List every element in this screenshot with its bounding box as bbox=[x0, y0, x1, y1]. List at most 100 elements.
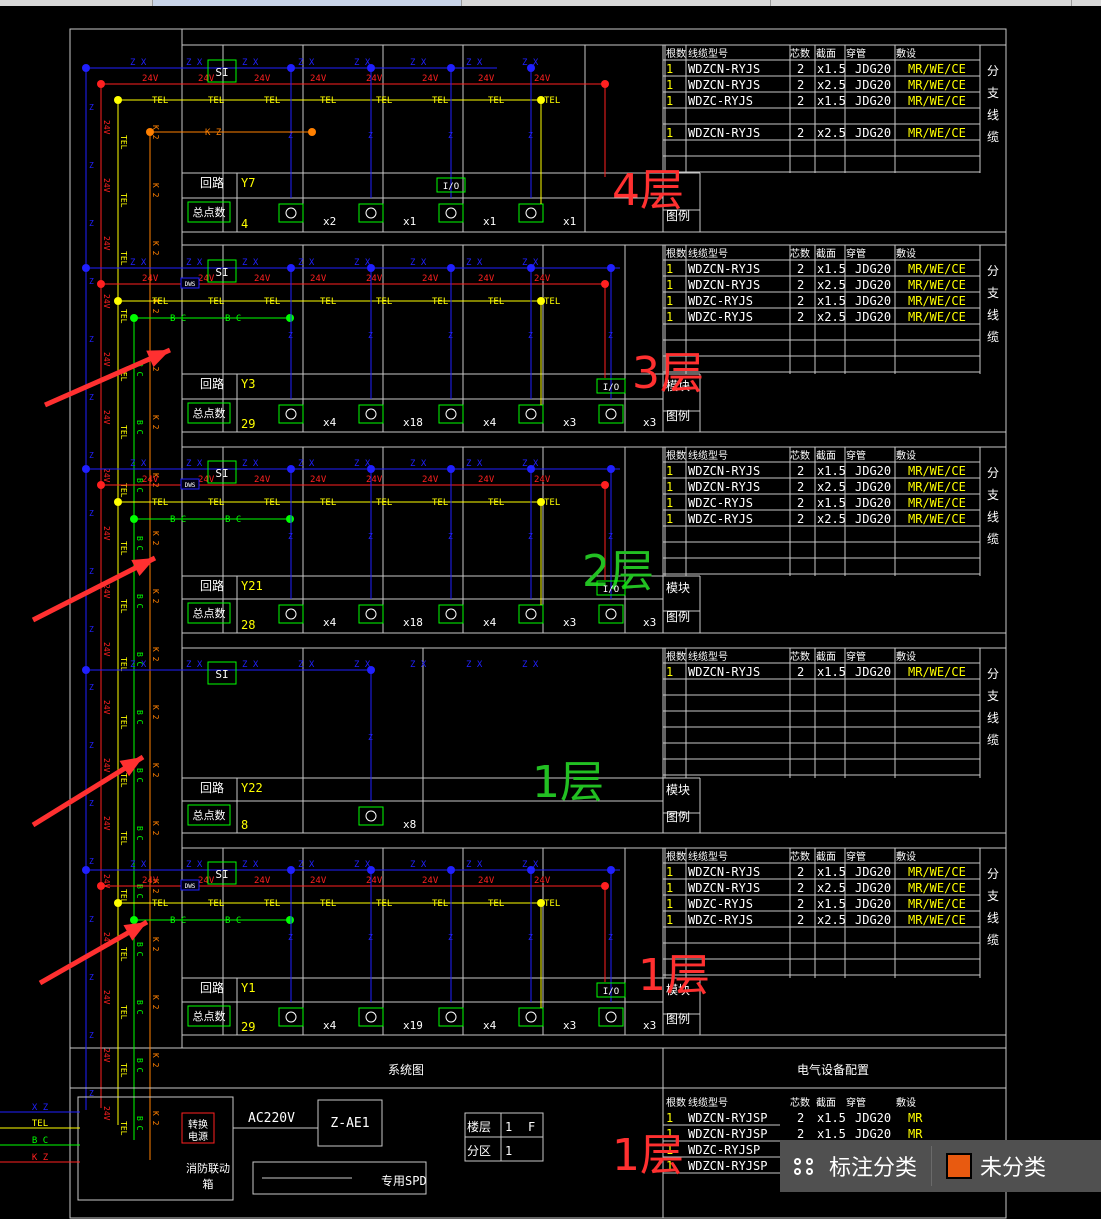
cable-header: 敷设 bbox=[896, 1096, 916, 1109]
bus-label: B C bbox=[170, 314, 186, 324]
system-diagram-canvas[interactable]: Z 24V TEL K 2 Z 24V TEL K 2 Z 24V TEL K 2 Z 24V TEL K 2… bbox=[0, 0, 1101, 1219]
junction-dot bbox=[82, 264, 90, 272]
junction-dot bbox=[527, 264, 535, 272]
bus-label: Z bbox=[368, 131, 373, 140]
hydrant-button-icon bbox=[525, 608, 537, 620]
linkage-label: 箱 bbox=[203, 1177, 214, 1191]
cable-conduit: JDG20 bbox=[855, 480, 891, 494]
cable-laying: MR/WE/CE bbox=[908, 310, 966, 324]
bus-label: Z bbox=[368, 933, 373, 942]
device-box bbox=[358, 1007, 384, 1027]
junction-dot bbox=[82, 666, 90, 674]
cable-header: 芯数 bbox=[790, 449, 810, 462]
side-label: 支 bbox=[987, 86, 999, 100]
classify-button[interactable]: 标注分类 bbox=[780, 1140, 931, 1192]
device-qty: x4 bbox=[483, 416, 497, 429]
floor-annotation: 4层 bbox=[612, 165, 684, 216]
cable-header: 根数 bbox=[666, 850, 686, 863]
bus-label: B C bbox=[170, 515, 186, 525]
bus-label: K 2 bbox=[151, 995, 160, 1010]
junction-dot bbox=[97, 882, 105, 890]
bus-label: Z X bbox=[466, 459, 483, 469]
cable-cores: 2 bbox=[797, 62, 804, 76]
io-label: I/O bbox=[603, 987, 619, 997]
cable-header: 穿管 bbox=[846, 47, 866, 60]
cable-header: 穿管 bbox=[846, 1096, 866, 1109]
unclassified-label: 未分类 bbox=[980, 1156, 1047, 1181]
heat-detector-icon-glyph bbox=[445, 608, 457, 620]
bus-label: 24V bbox=[102, 816, 111, 831]
cable-laying: MR/WE/CE bbox=[908, 897, 966, 911]
bus-label: 24V bbox=[102, 1048, 111, 1063]
bus-label: K 2 bbox=[151, 647, 160, 662]
junction-dot bbox=[130, 314, 138, 322]
legend-label: 图例 bbox=[666, 810, 690, 824]
bus-label: B C bbox=[135, 710, 144, 725]
device-box bbox=[278, 1007, 304, 1027]
io-label: I/O bbox=[443, 182, 459, 192]
legend-label: 图例 bbox=[666, 1012, 690, 1026]
bus-label: TEL bbox=[376, 899, 392, 909]
junction-dot bbox=[308, 128, 316, 136]
cable-count: 1 bbox=[666, 665, 673, 679]
cable-laying: MR/WE/CE bbox=[908, 512, 966, 526]
cable-laying: MR/WE/CE bbox=[908, 665, 966, 679]
total-value: 29 bbox=[241, 1020, 255, 1034]
linkage-label: 消防联动 bbox=[186, 1161, 230, 1175]
alarm-bell-icon bbox=[605, 1011, 617, 1023]
bus-label: Z X bbox=[186, 258, 203, 268]
speaker-icon bbox=[285, 408, 297, 420]
device-box bbox=[438, 604, 464, 624]
bus-label: Z X bbox=[410, 258, 427, 268]
cable-header: 根数 bbox=[666, 650, 686, 663]
cable-count: 1 bbox=[666, 881, 673, 895]
cable-laying: MR/WE/CE bbox=[908, 126, 966, 140]
bus-label: TEL bbox=[376, 498, 392, 508]
zone-value: 1 bbox=[505, 1144, 512, 1158]
side-label: 支 bbox=[987, 889, 999, 903]
side-label: 线 bbox=[987, 308, 999, 322]
device-box bbox=[518, 604, 544, 624]
floor-annotation: 3层 bbox=[632, 348, 704, 399]
bus-label: 24V bbox=[422, 475, 439, 485]
cable-header: 截面 bbox=[816, 850, 836, 863]
classify-label: 标注分类 bbox=[829, 1156, 918, 1181]
bus-label: Z bbox=[608, 532, 613, 541]
speaker-icon-glyph bbox=[285, 608, 297, 620]
dws-label: DWS bbox=[185, 482, 196, 489]
bus-label: Z bbox=[89, 103, 94, 112]
bus-label: B C bbox=[135, 1058, 144, 1073]
junction-dot bbox=[367, 866, 375, 874]
side-label: 分 bbox=[987, 264, 999, 278]
unclassified-button[interactable]: 未分类 bbox=[932, 1140, 1060, 1192]
bus-label: TEL bbox=[119, 715, 128, 730]
device-box bbox=[358, 404, 384, 424]
cable-header: 线缆型号 bbox=[688, 47, 728, 60]
si-label: SI bbox=[215, 868, 228, 881]
hydrant-button-icon bbox=[525, 408, 537, 420]
cable-section: x2.5 bbox=[817, 278, 846, 292]
bus-label: Z bbox=[288, 532, 293, 541]
alarm-bell-icon bbox=[605, 408, 617, 420]
device-qty: x4 bbox=[483, 616, 497, 629]
bus-label: Z X bbox=[298, 660, 315, 670]
bus-label: TEL bbox=[119, 773, 128, 788]
cable-model: WDZCN-RYJS bbox=[688, 126, 760, 140]
cable-conduit: JDG20 bbox=[855, 1127, 891, 1141]
bus-label: 24V bbox=[310, 876, 327, 886]
cable-conduit: JDG20 bbox=[855, 865, 891, 879]
bus-label: TEL bbox=[152, 96, 168, 106]
cable-cores: 2 bbox=[797, 262, 804, 276]
cable-model: WDZCN-RYJS bbox=[688, 262, 760, 276]
side-label: 分 bbox=[987, 867, 999, 881]
junction-dot bbox=[447, 866, 455, 874]
bus-label: Z bbox=[368, 532, 373, 541]
bus-label: TEL bbox=[119, 947, 128, 962]
bus-label: 24V bbox=[366, 74, 383, 84]
cable-header: 线缆型号 bbox=[688, 850, 728, 863]
cable-header: 芯数 bbox=[790, 850, 810, 863]
cable-count: 1 bbox=[666, 278, 673, 292]
bus-label: B C bbox=[135, 594, 144, 609]
bus-label: Z X bbox=[522, 660, 539, 670]
smoke-detector-s-icon bbox=[365, 1011, 377, 1023]
